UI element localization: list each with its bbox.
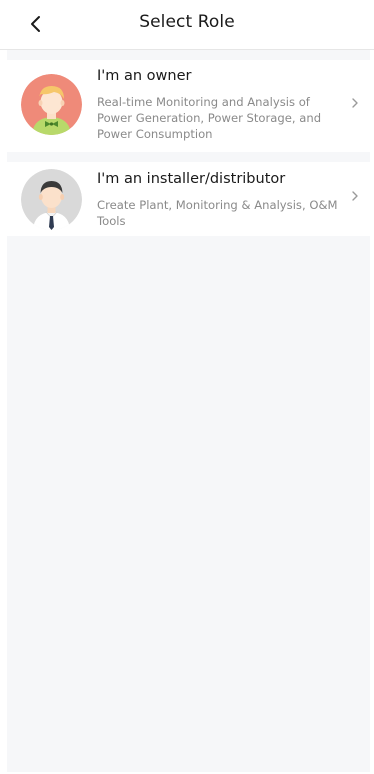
role-description-owner: Real-time Monitoring and Analysis of Pow… xyxy=(97,95,322,141)
chevron-right-icon xyxy=(350,96,360,110)
role-card-owner[interactable]: I'm an owner Real-time Monitoring and An… xyxy=(7,60,370,152)
chevron-right-icon xyxy=(350,189,360,203)
header-bar: Select Role xyxy=(0,0,374,50)
role-title-owner: I'm an owner xyxy=(97,68,192,84)
installer-avatar-icon xyxy=(21,169,82,230)
owner-avatar-icon xyxy=(21,74,82,135)
role-list: I'm an owner Real-time Monitoring and An… xyxy=(7,50,370,772)
role-card-installer[interactable]: I'm an installer/distributor Create Plan… xyxy=(7,162,370,236)
role-title-installer: I'm an installer/distributor xyxy=(97,171,286,187)
page-title: Select Role xyxy=(139,12,235,32)
select-role-screen: Select Role I'm an owner Real-time Monit… xyxy=(0,0,374,774)
role-description-installer: Create Plant, Monitoring & Analysis, O&M… xyxy=(97,198,338,228)
